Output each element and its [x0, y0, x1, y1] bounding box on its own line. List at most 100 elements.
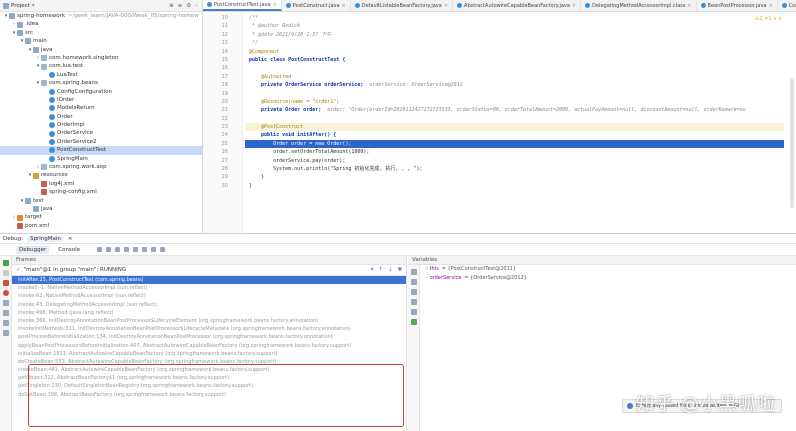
editor-tab[interactable]: BeanPostProcessor.java ×: [697, 0, 778, 11]
line-number[interactable]: 16: [203, 64, 242, 72]
step-out-icon[interactable]: [133, 247, 139, 252]
editor-tab[interactable]: CommonAnnotationB×: [778, 0, 796, 11]
close-tab-icon[interactable]: ×: [273, 2, 277, 8]
evaluate-icon[interactable]: [151, 247, 157, 252]
line-number[interactable]: 10: [203, 14, 242, 22]
code-line[interactable]: */: [245, 39, 784, 47]
tree-item[interactable]: OrderService: [0, 129, 202, 137]
tree-item[interactable]: IOrder: [0, 96, 202, 104]
code-line[interactable]: [245, 90, 784, 98]
line-number[interactable]: 30: [203, 182, 242, 190]
code-line[interactable]: * @date 2021/9/28 2:37 下午: [245, 31, 784, 39]
copy-icon[interactable]: [410, 309, 417, 315]
code-line[interactable]: @Component: [245, 48, 784, 56]
editor-scrollbar[interactable]: [790, 78, 794, 208]
mute-breakpoints-icon[interactable]: [2, 300, 9, 306]
camera-icon[interactable]: [2, 310, 9, 316]
close-icon[interactable]: ×: [68, 236, 73, 242]
stack-frame[interactable]: invoke:43, DelegatingMethodAccessorImpl …: [12, 301, 406, 309]
editor-tab[interactable]: AbstractAutowireCapableBeanFactory.java ×: [453, 0, 582, 11]
tree-item[interactable]: pom.xml: [0, 222, 202, 230]
tree-item[interactable]: ▾ resources: [0, 171, 202, 179]
code-line[interactable]: private Order order; order: "Order(orderI…: [245, 106, 784, 114]
code-line[interactable]: @Autowired: [245, 73, 784, 81]
line-number[interactable]: 21: [203, 106, 242, 114]
tree-item[interactable]: › com.homework.singleton: [0, 54, 202, 62]
table-view-icon[interactable]: [160, 247, 166, 252]
line-number[interactable]: 13: [203, 39, 242, 47]
remove-watch-icon[interactable]: [410, 279, 417, 285]
tree-item[interactable]: SpringMain: [0, 155, 202, 163]
breakpoints-icon[interactable]: [2, 290, 9, 296]
stack-frame[interactable]: invokeInitMethods:311, InitDestroyAnnota…: [12, 325, 406, 333]
rerun-icon[interactable]: [97, 247, 103, 252]
project-panel-header[interactable]: Project ▾ ⊕ ≡ ⚙ –: [0, 0, 202, 12]
tree-item[interactable]: › com.spring.work.aop: [0, 163, 202, 171]
editor-tab[interactable]: DelegatingMethodAccessorImpl.class ×: [581, 0, 697, 11]
code-line[interactable]: @PostConstruct: [245, 123, 784, 132]
run-to-cursor-icon[interactable]: [142, 247, 148, 252]
tree-item[interactable]: ▾ spring-homework ~/geek_learn/JAVA-000/We…: [0, 12, 202, 20]
stack-frame[interactable]: postProcessBeforeInitialization:134, Ini…: [12, 333, 406, 341]
project-panel-title[interactable]: Project: [11, 3, 30, 9]
code-line[interactable]: @Resource(name = "order1"): [245, 98, 784, 106]
stack-frame[interactable]: invoke0:-1, NativeMethodAccessorImpl (su…: [12, 284, 406, 292]
code-area[interactable]: /** * @author Redick * @date 2021/9/28 2…: [245, 14, 784, 233]
thread-selector[interactable]: ✓ "main"@1 in group "main": RUNNING ▾ ↑ …: [12, 265, 406, 276]
step-over-icon[interactable]: [106, 247, 112, 252]
locate-icon[interactable]: ⊕: [169, 3, 174, 9]
line-number[interactable]: 18: [203, 81, 242, 89]
chevron-down-icon[interactable]: ▾: [371, 267, 374, 273]
code-line[interactable]: public void initAfter() {: [245, 131, 784, 139]
line-number[interactable]: 17: [203, 73, 242, 81]
tree-item[interactable]: ▾ java: [0, 46, 202, 54]
pause-icon[interactable]: [2, 270, 9, 276]
gear-icon[interactable]: ⚙: [186, 3, 191, 9]
code-line[interactable]: orderService.pay(order);: [245, 157, 784, 165]
line-number[interactable]: 27: [203, 157, 242, 165]
glasses-icon[interactable]: [410, 319, 417, 325]
tree-item[interactable]: ▾ com.spring.beans: [0, 79, 202, 87]
force-step-into-icon[interactable]: [124, 247, 130, 252]
variable-row[interactable]: › this = {PostConstructTest@2011}: [420, 265, 796, 274]
tab-console[interactable]: Console: [55, 246, 83, 254]
tree-item[interactable]: OrderService2: [0, 138, 202, 146]
thread-label[interactable]: "main"@1 in group "main": RUNNING: [24, 267, 127, 273]
editor-tab[interactable]: DefaultListableBeanFactory.java ×: [351, 0, 454, 11]
stack-frame[interactable]: initializeBean:1611, AbstractAutowireCap…: [12, 350, 406, 358]
inspection-status[interactable]: ⚠2 ✕1 ∧ ∨: [755, 16, 782, 22]
tree-item[interactable]: ▾ com.lua.test: [0, 62, 202, 70]
line-number[interactable]: 19: [203, 90, 242, 98]
filter-icon[interactable]: ▼: [398, 267, 402, 273]
tree-item[interactable]: OrderImpl: [0, 121, 202, 129]
code-line[interactable]: System.out.println("Spring 初始化完成, 执行, , …: [245, 165, 784, 173]
close-tab-icon[interactable]: ×: [572, 3, 576, 9]
stack-frame[interactable]: invoke:366, InitDestroyAnnotationBeanPos…: [12, 317, 406, 325]
stop-icon[interactable]: [2, 280, 9, 286]
editor-tab[interactable]: PostConstruct.java ×: [282, 0, 351, 11]
line-number[interactable]: 22: [203, 115, 242, 123]
line-number[interactable]: 28: [203, 165, 242, 173]
line-number[interactable]: 29: [203, 173, 242, 181]
step-into-icon[interactable]: [115, 247, 121, 252]
tree-item[interactable]: java: [0, 205, 202, 213]
code-line[interactable]: private OrderService orderService; orderS…: [245, 81, 784, 89]
add-watch-icon[interactable]: [410, 269, 417, 275]
code-line[interactable]: }: [245, 173, 784, 181]
line-number[interactable]: 20: [203, 98, 242, 106]
variable-row[interactable]: › orderService = {OrderService@2012}: [420, 274, 796, 283]
tree-item[interactable]: log4j.xml: [0, 180, 202, 188]
tree-item[interactable]: ▾ main: [0, 37, 202, 45]
down-arrow-icon[interactable]: ↓: [388, 267, 393, 273]
line-number[interactable]: 23: [203, 123, 242, 131]
tab-debugger[interactable]: Debugger: [16, 245, 50, 254]
code-line[interactable]: order.setOrderTotalAmount(1000);: [245, 148, 784, 156]
tree-item[interactable]: ConfigConfiguration: [0, 88, 202, 96]
settings-icon[interactable]: [2, 320, 9, 326]
code-line[interactable]: }: [245, 182, 784, 190]
hide-icon[interactable]: –: [195, 3, 198, 9]
line-number[interactable]: 25: [203, 140, 242, 148]
chevron-down-icon[interactable]: ▾: [32, 3, 35, 9]
tree-item[interactable]: Order: [0, 113, 202, 121]
code-line[interactable]: [245, 64, 784, 72]
